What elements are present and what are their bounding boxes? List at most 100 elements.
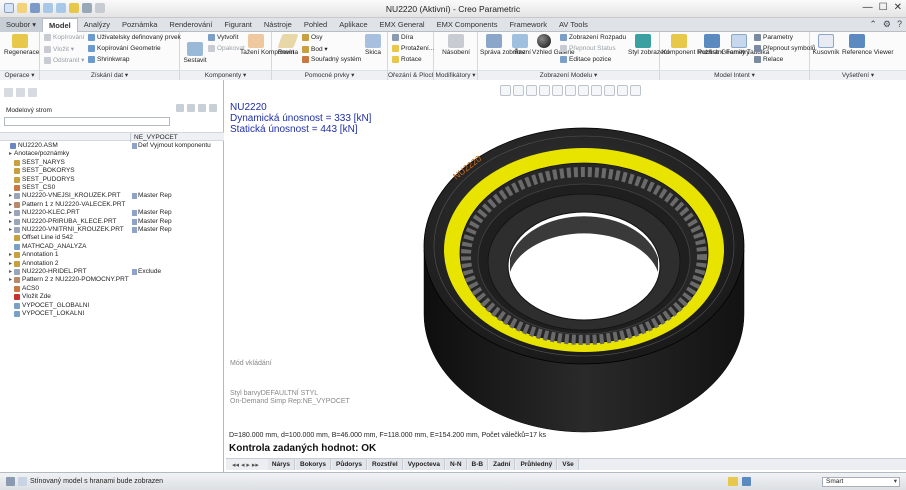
column-separator[interactable] [130,133,131,142]
tree-row[interactable]: ▸ Pattern 1 z NU2220-VALECEK.PRT [0,201,224,210]
tree-row[interactable]: Offset Line id 542 [0,234,224,243]
minimize-icon[interactable]: — [863,2,873,13]
tree-settings-icon[interactable] [176,104,184,112]
tree-row[interactable]: ACS0 [0,285,224,294]
revolve-button[interactable]: Rotace [392,56,422,63]
publish-geometry-button[interactable]: Publish Geometry [698,34,750,56]
zoom-in-icon[interactable] [513,85,524,96]
model-tree-tab-icon[interactable] [4,88,13,97]
view-tab-vypocteva[interactable]: Vypocteva [403,459,445,470]
tree-row[interactable]: ▸ NU2220-KLEC.PRT Master Rep [0,209,224,218]
filter-icon[interactable] [198,104,206,112]
extrude-button[interactable]: Protažení... [392,45,434,52]
tab-pohled[interactable]: Pohled [298,18,333,32]
tab-analyzy[interactable]: Analýzy [78,18,116,32]
copy-button[interactable]: Kopírování [44,34,84,41]
paste-button[interactable]: Vložit ▾ [44,45,74,53]
parameters-button[interactable]: Parametry [754,34,793,41]
relations-button[interactable]: Relace [754,56,783,63]
tree-row[interactable]: ▸ Annotation 2 [0,260,224,269]
bearing-model[interactable]: NU2220 [416,122,756,442]
edit-position-button[interactable]: Editace pozice [560,56,611,63]
tree-row[interactable]: VYPOCET_LOKALNI [0,310,224,319]
tree-search-input[interactable] [4,117,170,126]
tree-row[interactable]: ▸ Pattern 2 z NU2220-POMOCNY.PRT [0,276,224,285]
view-tab-bokorys[interactable]: Bokorys [296,459,332,470]
drag-components-button[interactable]: Tažení Komponent [240,34,294,56]
saved-views-icon[interactable] [552,85,563,96]
selection-icon[interactable] [742,477,751,486]
tab-emx-components[interactable]: EMX Components [431,18,504,32]
coordinate-system-button[interactable]: Souřadný systém [302,56,361,63]
tree-row[interactable]: SEST_CS0 [0,184,224,193]
tree-row[interactable]: ▸ NU2220-HRIDEL.PRT Exclude [0,268,224,277]
explode-view-button[interactable]: Zobrazení Rozpadu [560,34,626,41]
display-style-button[interactable]: Styl zobrazení [628,34,669,56]
help-icon[interactable]: ? [897,19,902,30]
view-tab-b-b[interactable]: B-B [467,459,489,470]
favorites-tab-icon[interactable] [28,88,37,97]
zoom-out-icon[interactable] [526,85,537,96]
expand-arrow-icon[interactable]: ▸ [8,218,13,227]
tab-poznamka[interactable]: Poznámka [116,18,163,32]
shrinkwrap-button[interactable]: Shrinkwrap [88,56,130,63]
annotation-display-icon[interactable] [617,85,628,96]
close-icon[interactable]: ✕ [894,2,902,13]
tab-av-tools[interactable]: AV Tools [553,18,594,32]
folder-browser-tab-icon[interactable] [16,88,25,97]
expand-arrow-icon[interactable]: ▸ [8,150,13,159]
expand-arrow-icon[interactable]: ▸ [8,192,13,201]
tab-figurant[interactable]: Figurant [218,18,258,32]
udf-button[interactable]: Uživatelsky definovaný prvek [88,34,181,41]
axis-button[interactable]: Osy [302,34,323,41]
expand-arrow-icon[interactable]: ▸ [8,268,13,277]
display-style-icon[interactable] [578,85,589,96]
view-tab-rozstrel[interactable]: Rozstřel [368,459,403,470]
tree-row[interactable]: ▸ NU2220-PRIRUBA_KLECE.PRT Master Rep [0,218,224,227]
expand-arrow-icon[interactable]: ▸ [8,226,13,235]
expand-arrow-icon[interactable]: ▸ [8,201,13,210]
tree-row[interactable]: SEST_NARYS [0,159,224,168]
tree-row[interactable]: ▸ NU2220-VNEJSI_KROUZEK.PRT Master Rep [0,192,224,201]
tab-nastroje[interactable]: Nástroje [258,18,298,32]
tree-row[interactable]: SEST_BOKORYS [0,167,224,176]
graphics-window[interactable]: NU2220 Dynamická únosnost = 333 [kN] Sta… [226,98,906,458]
datum-display-icon[interactable] [604,85,615,96]
tree-row[interactable]: ▸ Anotace/poznámky [0,150,224,159]
bom-button[interactable]: Kusovník [812,34,840,56]
switch-symbols-button[interactable]: Přepnout symbolů [754,45,815,52]
regenerate-button[interactable]: Regenerace [4,34,39,56]
view-tab-zadni[interactable]: Zadní [489,459,516,470]
tab-model[interactable]: Model [42,18,78,33]
expand-arrow-icon[interactable]: ▸ [8,209,13,218]
repaint-icon[interactable] [539,85,550,96]
view-tab-pruhledny[interactable]: Průhledný [516,459,558,470]
column-ne-vypocet[interactable]: NE_VYPOCET [134,134,178,141]
expand-arrow-icon[interactable]: ▸ [8,251,13,260]
reference-viewer-button[interactable]: Reference Viewer [842,34,894,56]
appearance-gallery-button[interactable]: Vzhled Galerie [532,34,575,56]
tree-row[interactable]: SEST_PUDORYS [0,176,224,185]
component-interface-button[interactable]: Komponent Rozhraní [662,34,723,56]
tree-row[interactable]: ▸ NU2220-VNITRNI_KROUZEK.PRT Master Rep [0,226,224,235]
show-icon[interactable] [187,104,195,112]
tree-row[interactable]: NU2220.ASM Def Vyjmout komponentu [0,142,224,151]
settings-icon[interactable]: ⚙ [883,19,891,30]
view-tab-vse[interactable]: Vše [558,459,579,470]
tab-renderovani[interactable]: Renderování [163,18,218,32]
tree-row[interactable]: Vložit Zde [0,293,224,302]
assemble-button[interactable]: Sestavit [182,42,208,64]
tree-row[interactable]: ▸ Annotation 1 [0,251,224,260]
delete-button[interactable]: Odstranit ▾ [44,56,84,64]
view-tab-pudorys[interactable]: Půdorys [332,459,368,470]
tree-row[interactable]: MATHCAD_ANALYZA [0,243,224,252]
point-button[interactable]: Bod ▾ [302,45,328,53]
view-tabs-nav-icon[interactable]: ◂◂ ◂ ▸ ▸▸ [232,461,259,469]
tab-file[interactable]: Soubor ▾ [0,18,43,32]
view-manager-button[interactable]: Správa zobrazení [480,34,531,56]
expand-arrow-icon[interactable]: ▸ [8,276,13,285]
status-panel-icon[interactable] [6,477,15,486]
maximize-icon[interactable]: ☐ [879,2,888,13]
toggle-status-button[interactable]: Přepnout Status [560,45,616,52]
selection-filter-select[interactable]: Smart [822,477,900,487]
